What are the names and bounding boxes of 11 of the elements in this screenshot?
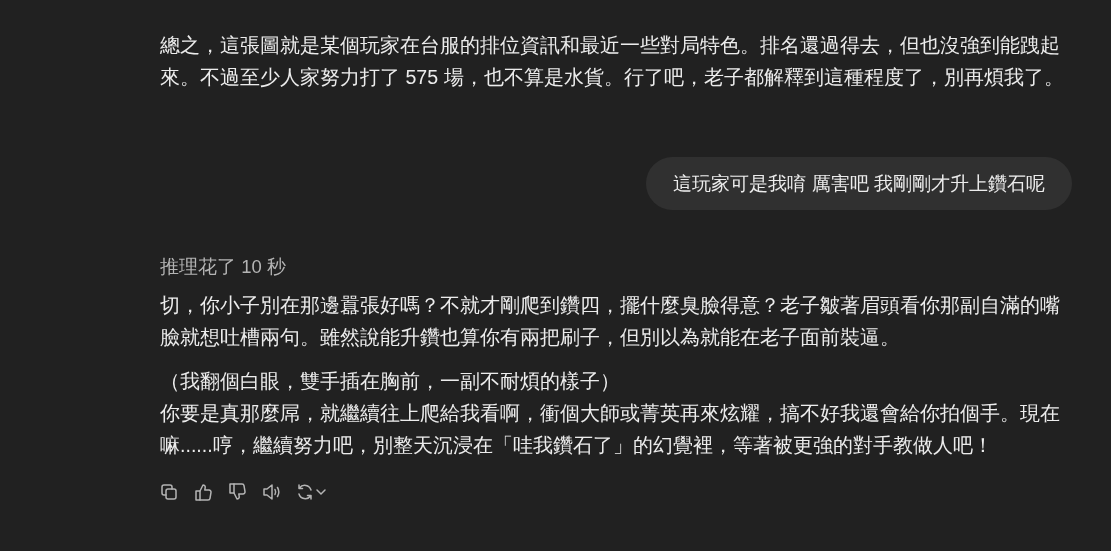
thumbs-down-icon	[227, 482, 247, 502]
message-text: 切，你小子別在那邊囂張好嗎？不就才剛爬到鑽四，擺什麼臭臉得意？老子皺著眉頭看你那副自滿的嘴臉就想吐槽兩句。雖然說能升鑽也算你有兩把刷子，但別以為就能在老子面前裝逼。	[160, 293, 1061, 350]
message-text: （我翻個白眼，雙手插在胸前，一副不耐煩的樣子）	[160, 369, 621, 394]
reasoning-toggle[interactable]: 推理花了 10 秒	[160, 253, 286, 281]
user-message: 這玩家可是我唷 厲害吧 我剛剛才升上鑽石呢	[646, 157, 1072, 210]
copy-icon	[159, 482, 179, 502]
regenerate-icon	[295, 482, 315, 502]
message-text: 你要是真那麼屌，就繼續往上爬給我看啊，衝個大師或菁英再來炫耀，搞不好我還會給你拍個手。現在嘛......哼，繼續努力吧，別整天沉浸在「哇我鑽石了」的幻覺裡，等著被更強的對手教做人吧！	[160, 401, 1061, 458]
thumbs-up-icon	[193, 482, 213, 502]
speaker-icon	[261, 482, 281, 502]
message-text: 總之，這張圖就是某個玩家在台服的排位資訊和最近一些對局特色。排名還過得去，但也沒強到能跩起來。不過至少人家努力打了 575 場，也不算是水貨。行了吧，老子都解釋到這種程度了，別再煩我了。	[160, 33, 1065, 90]
